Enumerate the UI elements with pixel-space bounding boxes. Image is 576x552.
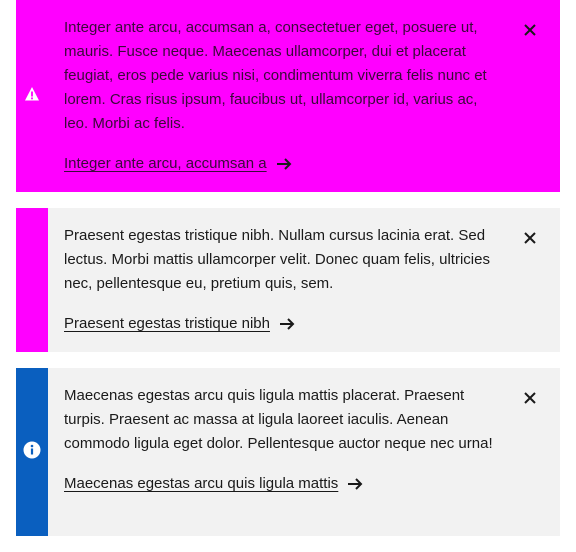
notification-body: Praesent egestas tristique nibh. Nullam … (48, 208, 560, 352)
notification-info: Maecenas egestas arcu quis ligula mattis… (16, 368, 560, 536)
notification-link-row: Integer ante arcu, accumsan a (64, 152, 500, 176)
notification-error: Praesent egestas tristique nibh. Nullam … (16, 208, 560, 352)
notification-link[interactable]: Praesent egestas tristique nibh (64, 312, 270, 336)
notification-rail (16, 368, 48, 536)
notification-link-row: Praesent egestas tristique nibh (64, 312, 500, 336)
notification-warning: Integer ante arcu, accumsan a, consectet… (16, 0, 560, 192)
close-button[interactable] (522, 230, 538, 246)
arrow-right-icon (278, 315, 296, 333)
notification-link[interactable]: Integer ante arcu, accumsan a (64, 152, 267, 176)
notification-message: Maecenas egestas arcu quis ligula mattis… (64, 387, 493, 452)
arrow-right-icon (275, 155, 293, 173)
close-button[interactable] (522, 390, 538, 406)
close-icon (524, 24, 536, 36)
notification-stack: Integer ante arcu, accumsan a, consectet… (16, 0, 560, 536)
notification-body: Integer ante arcu, accumsan a, consectet… (48, 0, 560, 192)
notification-body: Maecenas egestas arcu quis ligula mattis… (48, 368, 560, 536)
notification-link-row: Maecenas egestas arcu quis ligula mattis (64, 472, 500, 496)
close-button[interactable] (522, 22, 538, 38)
notification-link[interactable]: Maecenas egestas arcu quis ligula mattis (64, 472, 338, 496)
notification-rail (16, 0, 48, 192)
notification-message: Praesent egestas tristique nibh. Nullam … (64, 227, 490, 292)
notification-message: Integer ante arcu, accumsan a, consectet… (64, 19, 487, 132)
arrow-right-icon (346, 475, 364, 493)
close-icon (524, 232, 536, 244)
notification-rail (16, 208, 48, 352)
close-icon (524, 392, 536, 404)
info-icon (23, 441, 41, 464)
warning-icon (24, 86, 40, 107)
